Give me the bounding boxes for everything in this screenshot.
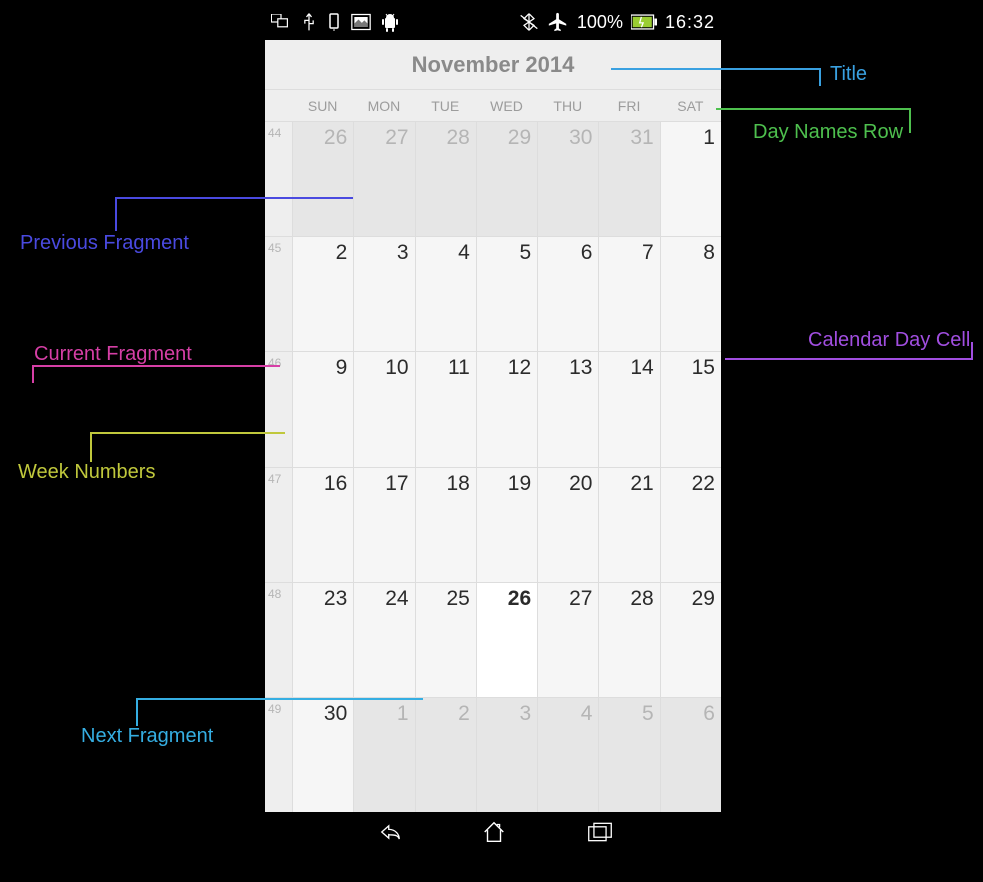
calendar-day-cell[interactable]: 4 [415, 237, 476, 351]
status-left-icons [271, 12, 399, 32]
device-icon [327, 13, 341, 31]
day-name: SAT [660, 98, 721, 114]
calendar-day-cell[interactable]: 23 [292, 583, 353, 697]
calendar-day-cell[interactable]: 27 [353, 122, 414, 236]
week-row: 469101112131415 [265, 352, 721, 467]
calendar-day-cell[interactable]: 3 [353, 237, 414, 351]
calendar-day-cell[interactable]: 18 [415, 468, 476, 582]
day-name: SUN [292, 98, 353, 114]
calendar-day-cell[interactable]: 1 [660, 122, 721, 236]
day-name: FRI [598, 98, 659, 114]
android-nav-bar [265, 812, 721, 852]
week-number: 44 [265, 122, 292, 236]
day-name: WED [476, 98, 537, 114]
calendar-day-cell[interactable]: 28 [415, 122, 476, 236]
calendar-day-cell[interactable]: 12 [476, 352, 537, 466]
calendar-day-cell[interactable]: 14 [598, 352, 659, 466]
calendar-day-cell[interactable]: 27 [537, 583, 598, 697]
annotation-current-fragment: Current Fragment [34, 343, 192, 366]
calendar-day-cell[interactable]: 30 [292, 698, 353, 812]
annotation-leader [32, 365, 282, 385]
battery-percent: 100% [577, 12, 623, 33]
calendar-weeks: 4426272829303114523456784691011121314154… [265, 122, 721, 812]
battery-icon [631, 14, 657, 30]
mute-vibrate-icon [519, 12, 539, 32]
calendar-day-cell[interactable]: 21 [598, 468, 659, 582]
calendar-day-cell[interactable]: 22 [660, 468, 721, 582]
annotation-calendar-day-cell: Calendar Day Cell [808, 329, 970, 352]
gallery-icon [351, 13, 371, 31]
calendar-day-cell[interactable]: 7 [598, 237, 659, 351]
calendar-day-cell[interactable]: 5 [476, 237, 537, 351]
day-names-row: SUN MON TUE WED THU FRI SAT [265, 90, 721, 122]
calendar-day-cell[interactable]: 16 [292, 468, 353, 582]
usb-icon [301, 12, 317, 32]
back-button[interactable] [373, 821, 401, 843]
calendar-title[interactable]: November 2014 [265, 40, 721, 90]
calendar-day-cell[interactable]: 15 [660, 352, 721, 466]
annotation-week-numbers: Week Numbers [18, 461, 155, 484]
week-row: 4716171819202122 [265, 468, 721, 583]
week-number: 47 [265, 468, 292, 582]
calendar-day-cell[interactable]: 5 [598, 698, 659, 812]
calendar-day-cell[interactable]: 6 [537, 237, 598, 351]
android-icon [381, 12, 399, 32]
calendar-day-cell[interactable]: 20 [537, 468, 598, 582]
annotation-leader [90, 432, 286, 464]
calendar-day-cell[interactable]: 29 [476, 122, 537, 236]
calendar-day-cell[interactable]: 24 [353, 583, 414, 697]
calendar-day-cell[interactable]: 26 [292, 122, 353, 236]
week-row: 452345678 [265, 237, 721, 352]
day-name: TUE [415, 98, 476, 114]
calendar-day-cell[interactable]: 13 [537, 352, 598, 466]
week-number: 46 [265, 352, 292, 466]
calendar-day-cell[interactable]: 11 [415, 352, 476, 466]
status-right-icons: 100% 16:32 [519, 11, 715, 33]
calendar-day-cell[interactable]: 2 [292, 237, 353, 351]
annotation-day-names: Day Names Row [753, 121, 903, 144]
calendar-day-cell[interactable]: 1 [353, 698, 414, 812]
calendar-day-cell[interactable]: 25 [415, 583, 476, 697]
status-bar: 100% 16:32 [265, 4, 721, 40]
calendar-day-cell[interactable]: 4 [537, 698, 598, 812]
calendar-view: November 2014 SUN MON TUE WED THU FRI SA… [265, 40, 721, 812]
calendar-day-cell[interactable]: 31 [598, 122, 659, 236]
week-number: 49 [265, 698, 292, 812]
clock-time: 16:32 [665, 12, 715, 33]
calendar-day-cell[interactable]: 10 [353, 352, 414, 466]
week-row: 4930123456 [265, 698, 721, 812]
calendar-day-cell[interactable]: 26 [476, 583, 537, 697]
annotation-next-fragment: Next Fragment [81, 725, 213, 748]
calendar-day-cell[interactable]: 29 [660, 583, 721, 697]
week-row: 442627282930311 [265, 122, 721, 237]
airplane-icon [547, 11, 569, 33]
calendar-day-cell[interactable]: 30 [537, 122, 598, 236]
calendar-day-cell[interactable]: 19 [476, 468, 537, 582]
week-number: 45 [265, 237, 292, 351]
home-button[interactable] [481, 819, 507, 845]
calendar-day-cell[interactable]: 28 [598, 583, 659, 697]
week-number: 48 [265, 583, 292, 697]
phone-frame: 100% 16:32 November 2014 SUN MON TUE WED… [265, 4, 721, 852]
calendar-day-cell[interactable]: 2 [415, 698, 476, 812]
annotation-prev-fragment: Previous Fragment [20, 232, 189, 255]
week-row: 4823242526272829 [265, 583, 721, 698]
calendar-day-cell[interactable]: 3 [476, 698, 537, 812]
windows-icon [271, 14, 291, 30]
day-name: MON [353, 98, 414, 114]
calendar-day-cell[interactable]: 17 [353, 468, 414, 582]
calendar-day-cell[interactable]: 8 [660, 237, 721, 351]
calendar-day-cell[interactable]: 6 [660, 698, 721, 812]
recent-apps-button[interactable] [587, 821, 613, 843]
calendar-day-cell[interactable]: 9 [292, 352, 353, 466]
annotation-title: Title [830, 63, 867, 86]
day-name: THU [537, 98, 598, 114]
